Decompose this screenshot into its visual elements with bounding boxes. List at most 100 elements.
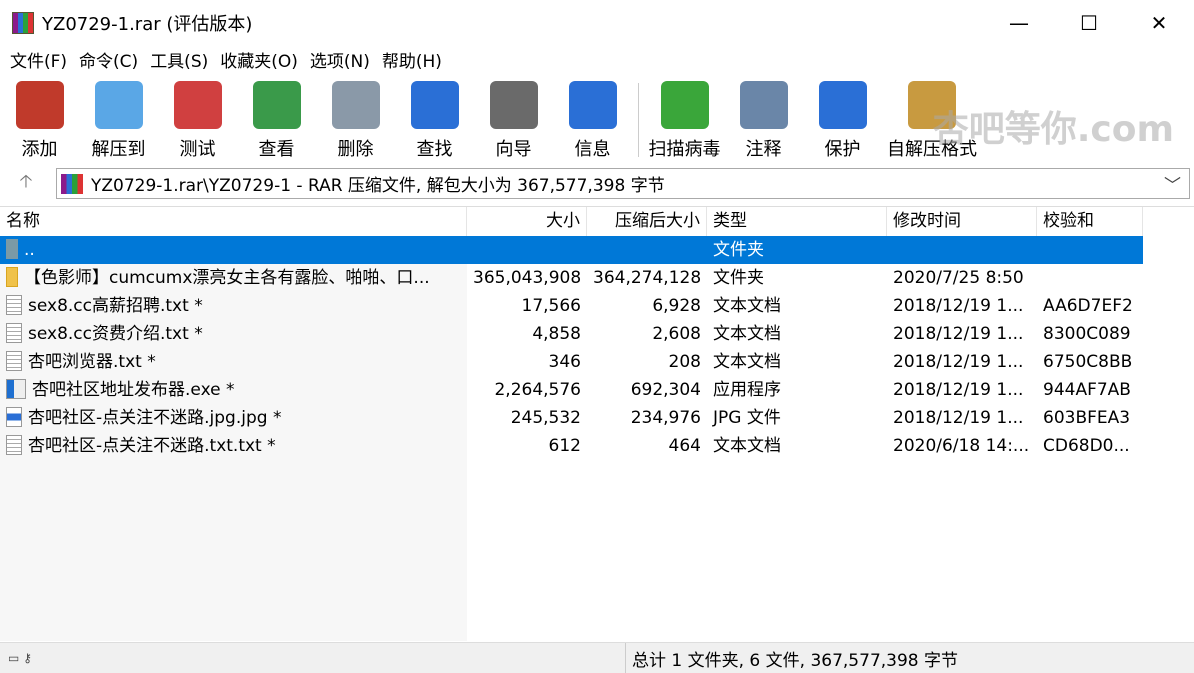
- book-icon: [252, 81, 301, 129]
- txt-file-icon: [6, 435, 22, 455]
- file-name: 杏吧社区-点关注不迷路.txt.txt *: [28, 436, 276, 456]
- file-size: 346: [548, 352, 581, 372]
- file-packed: 208: [668, 352, 701, 372]
- file-crc: [1037, 236, 1143, 264]
- up-arrow-icon[interactable]: 🡡: [0, 169, 52, 199]
- toolbar-button[interactable]: 注释: [724, 75, 803, 165]
- file-size: 612: [548, 436, 581, 456]
- file-name: 杏吧社区-点关注不迷路.jpg.jpg *: [28, 408, 282, 428]
- file-size: 17,566: [521, 296, 581, 316]
- table-row[interactable]: 杏吧浏览器.txt * 346 208 文本文档 2018/12/19 1...…: [0, 348, 1143, 376]
- table-row[interactable]: sex8.cc高薪招聘.txt * 17,566 6,928 文本文档 2018…: [0, 292, 1143, 320]
- file-mtime: 2018/12/19 1...: [893, 296, 1024, 316]
- toolbar-button[interactable]: 向导: [474, 75, 553, 165]
- file-name: 【色影师】cumcumx漂亮女主各有露脸、啪啪、口...: [24, 268, 430, 288]
- toolbar-label: 查看: [258, 139, 295, 160]
- file-type: 文件夹: [713, 240, 764, 260]
- file-mtime: 2018/12/19 1...: [893, 380, 1024, 400]
- table-row[interactable]: 【色影师】cumcumx漂亮女主各有露脸、啪啪、口... 365,043,908…: [0, 264, 1143, 292]
- toolbar-label: 向导: [495, 139, 532, 160]
- file-crc: 944AF7AB: [1043, 380, 1131, 400]
- toolbar-label: 注释: [745, 139, 782, 160]
- file-mtime: [887, 236, 1037, 264]
- file-packed: 2,608: [652, 324, 701, 344]
- title-bar: YZ0729-1.rar (评估版本) — ☐ ✕: [0, 0, 1194, 45]
- menu-commands[interactable]: 命令(C): [79, 47, 138, 72]
- col-type[interactable]: 类型: [707, 207, 887, 236]
- toolbar-label: 测试: [179, 139, 216, 160]
- file-crc: CD68D0...: [1043, 436, 1130, 456]
- extract-folder-icon: [94, 81, 143, 129]
- file-crc: 8300C089: [1043, 324, 1131, 344]
- close-button[interactable]: ✕: [1124, 0, 1194, 45]
- status-summary: 总计 1 文件夹, 6 文件, 367,577,398 字节: [632, 650, 959, 671]
- virus-scan-icon: [660, 81, 709, 129]
- file-crc: AA6D7EF2: [1043, 296, 1133, 316]
- file-packed: 464: [668, 436, 701, 456]
- file-list: 名称 大小 压缩后大小 类型 修改时间 校验和 .. 文件夹 【色影师】cumc…: [0, 206, 1194, 641]
- file-type: 应用程序: [713, 380, 781, 400]
- folder-file-icon: [6, 267, 18, 287]
- up-file-icon: [6, 239, 18, 259]
- toolbar-label: 信息: [574, 139, 611, 160]
- drive-key-icon: ▭ ⚷: [0, 643, 626, 673]
- col-modified[interactable]: 修改时间: [887, 207, 1037, 236]
- menu-tools[interactable]: 工具(S): [150, 47, 208, 72]
- file-packed: 692,304: [630, 380, 701, 400]
- toolbar-button[interactable]: 查看: [237, 75, 316, 165]
- toolbar-button[interactable]: 查找: [395, 75, 474, 165]
- col-name[interactable]: 名称: [0, 207, 467, 236]
- toolbar-button[interactable]: 添加: [0, 75, 79, 165]
- table-row[interactable]: sex8.cc资费介绍.txt * 4,858 2,608 文本文档 2018/…: [0, 320, 1143, 348]
- toolbar-button[interactable]: 保护: [803, 75, 882, 165]
- txt-file-icon: [6, 351, 22, 371]
- toolbar-button[interactable]: 扫描病毒: [645, 75, 724, 165]
- address-bar: 🡡 YZ0729-1.rar\YZ0729-1 - RAR 压缩文件, 解包大小…: [0, 168, 1194, 199]
- table-row[interactable]: .. 文件夹: [0, 236, 1143, 264]
- test-checklist-icon: [173, 81, 222, 129]
- file-mtime: 2018/12/19 1...: [893, 408, 1024, 428]
- txt-file-icon: [6, 323, 22, 343]
- col-packed[interactable]: 压缩后大小: [587, 207, 707, 236]
- file-packed: [587, 236, 707, 264]
- file-size: 2,264,576: [494, 380, 581, 400]
- wand-icon: [489, 81, 538, 129]
- file-mtime: 2018/12/19 1...: [893, 352, 1024, 372]
- toolbar-button[interactable]: 测试: [158, 75, 237, 165]
- file-size: 245,532: [510, 408, 581, 428]
- toolbar-label: 添加: [21, 139, 58, 160]
- toolbar-button[interactable]: 解压到: [79, 75, 158, 165]
- file-packed: 364,274,128: [593, 268, 702, 288]
- file-type: 文本文档: [713, 436, 781, 456]
- archive-icon: [61, 173, 83, 194]
- table-row[interactable]: 杏吧社区-点关注不迷路.txt.txt * 612 464 文本文档 2020/…: [0, 432, 1143, 460]
- file-type: 文本文档: [713, 324, 781, 344]
- toolbar-button[interactable]: 删除: [316, 75, 395, 165]
- menu-options[interactable]: 选项(N): [310, 47, 370, 72]
- minimize-button[interactable]: —: [984, 0, 1054, 45]
- column-header: 名称 大小 压缩后大小 类型 修改时间 校验和: [0, 207, 1143, 236]
- maximize-button[interactable]: ☐: [1054, 0, 1124, 45]
- file-size: [467, 236, 587, 264]
- col-crc[interactable]: 校验和: [1037, 207, 1143, 236]
- col-size[interactable]: 大小: [467, 207, 587, 236]
- txt-file-icon: [6, 295, 22, 315]
- file-packed: 234,976: [630, 408, 701, 428]
- file-crc: 603BFEA3: [1043, 408, 1131, 428]
- status-bar: ▭ ⚷ 总计 1 文件夹, 6 文件, 367,577,398 字节: [0, 642, 1194, 673]
- table-row[interactable]: 杏吧社区地址发布器.exe * 2,264,576 692,304 应用程序 2…: [0, 376, 1143, 404]
- menu-help[interactable]: 帮助(H): [382, 47, 442, 72]
- file-type: 文本文档: [713, 296, 781, 316]
- exe-file-icon: [6, 379, 26, 399]
- path-combobox[interactable]: YZ0729-1.rar\YZ0729-1 - RAR 压缩文件, 解包大小为 …: [56, 168, 1190, 199]
- path-text: YZ0729-1.rar\YZ0729-1 - RAR 压缩文件, 解包大小为 …: [91, 176, 665, 196]
- table-row[interactable]: 杏吧社区-点关注不迷路.jpg.jpg * 245,532 234,976 JP…: [0, 404, 1143, 432]
- menu-file[interactable]: 文件(F): [10, 47, 67, 72]
- toolbar-label: 扫描病毒: [648, 139, 721, 160]
- window-title: YZ0729-1.rar (评估版本): [42, 13, 253, 35]
- toolbar-button[interactable]: 信息: [553, 75, 632, 165]
- chevron-down-icon[interactable]: ﹀: [1164, 171, 1181, 196]
- info-icon: [568, 81, 617, 129]
- file-type: 文本文档: [713, 352, 781, 372]
- menu-favorites[interactable]: 收藏夹(O): [220, 47, 298, 72]
